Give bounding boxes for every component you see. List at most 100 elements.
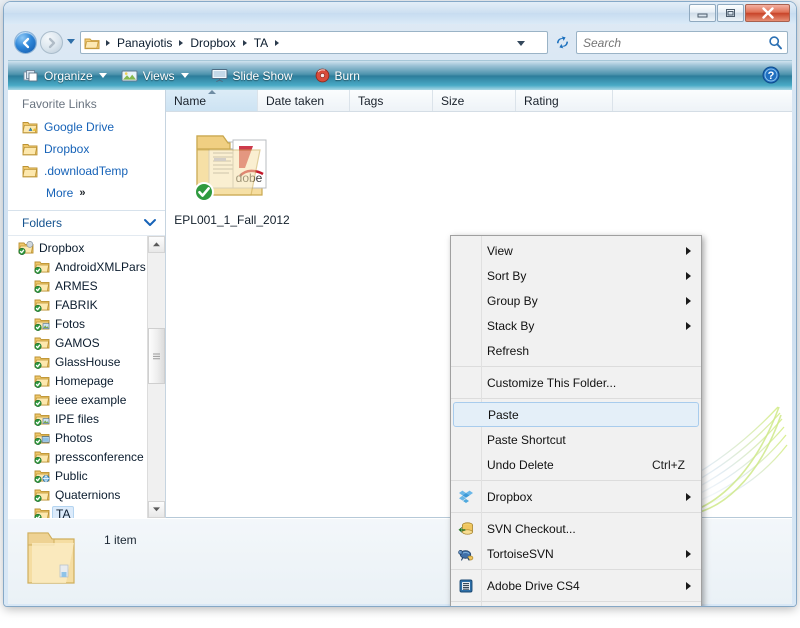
search-box[interactable] <box>576 31 788 54</box>
list-item-label: EPL001_1_Fall_2012 <box>174 213 290 227</box>
submenu-arrow-icon <box>686 549 691 558</box>
chevron-down-icon[interactable] <box>143 216 157 230</box>
menu-item-paste-shortcut[interactable]: Paste Shortcut <box>451 427 701 452</box>
toolbar-organize-button[interactable]: Organize <box>16 65 114 87</box>
maximize-button[interactable] <box>717 4 744 22</box>
burn-icon <box>315 68 330 83</box>
refresh-button[interactable] <box>552 32 573 53</box>
menu-item-svn-checkout[interactable]: SVN Checkout... <box>451 516 701 541</box>
scrollbar-thumb[interactable] <box>148 328 165 384</box>
tree-item-label: AndroidXMLPars <box>55 259 146 274</box>
menu-separator <box>451 601 701 602</box>
forward-button[interactable] <box>40 31 63 54</box>
help-button[interactable]: ? <box>762 66 780 84</box>
tree-item-label: Homepage <box>55 373 114 388</box>
minimize-button[interactable] <box>689 4 716 22</box>
screen: Panayiotis Dropbox TA Search Organize Vi… <box>0 0 800 628</box>
tree-item-pressconference[interactable]: pressconference <box>8 447 148 466</box>
column-header-size[interactable]: Size <box>433 90 516 111</box>
scroll-up-button[interactable] <box>148 236 165 253</box>
menu-item-label: Stack By <box>487 318 535 333</box>
folder-sync-icon <box>34 374 50 388</box>
toolbar-organize-label: Organize <box>44 68 93 83</box>
column-header-date-taken[interactable]: Date taken <box>258 90 350 111</box>
sidebar-item-google-drive[interactable]: Google Drive <box>8 116 165 138</box>
folder-sync-icon <box>34 393 50 407</box>
tree-item-fotos[interactable]: Fotos <box>8 314 148 333</box>
menu-item-label: View <box>487 243 513 258</box>
menu-item-sort-by[interactable]: Sort By <box>451 263 701 288</box>
toolbar-burn-button[interactable]: Burn <box>308 65 367 87</box>
sidebar-item-dropbox[interactable]: Dropbox <box>8 138 165 160</box>
tree-item-dropbox[interactable]: Dropbox <box>8 238 148 257</box>
tree-item-armes[interactable]: ARMES <box>8 276 148 295</box>
menu-item-group-by[interactable]: Group By <box>451 288 701 313</box>
menu-item-stack-by[interactable]: Stack By <box>451 313 701 338</box>
folder-sync-icon <box>34 336 50 350</box>
sidebar-more-button[interactable]: More » <box>8 182 165 204</box>
sidebar-item-downloadtemp[interactable]: .downloadTemp <box>8 160 165 182</box>
svn-checkout-icon <box>457 521 474 538</box>
address-bar[interactable]: Panayiotis Dropbox TA <box>80 31 548 54</box>
folder-tree-list: Dropbox AndroidXMLPars ARMES FABRIK Foto… <box>8 236 148 518</box>
menu-item-label: Sort By <box>487 268 527 283</box>
menu-item-undo-delete[interactable]: Undo Delete Ctrl+Z <box>451 452 701 477</box>
toolbar-views-button[interactable]: Views <box>114 65 196 87</box>
list-item[interactable]: dobe EPL001_1_Fall_2012 <box>174 120 290 227</box>
address-dropdown-icon[interactable] <box>517 41 525 46</box>
tree-item-quaternions[interactable]: Quaternions <box>8 485 148 504</box>
menu-item-accelerator: Ctrl+Z <box>652 457 685 472</box>
recent-pages-dropdown-icon[interactable] <box>67 39 75 44</box>
submenu-arrow-icon <box>686 492 691 501</box>
column-header-label: Tags <box>358 93 384 108</box>
search-input[interactable] <box>581 34 768 51</box>
folder-tree: Dropbox AndroidXMLPars ARMES FABRIK Foto… <box>8 235 165 518</box>
breadcrumb-item-1[interactable]: Dropbox <box>187 35 238 51</box>
organize-icon <box>23 69 39 83</box>
column-header-rating[interactable]: Rating <box>516 90 613 111</box>
folders-section-header[interactable]: Folders <box>8 210 165 235</box>
address-bar-row: Panayiotis Dropbox TA <box>4 24 796 60</box>
breadcrumb-item-2[interactable]: TA <box>251 35 271 51</box>
tree-item-label: Dropbox <box>39 240 85 255</box>
tree-item-glasshouse[interactable]: GlassHouse <box>8 352 148 371</box>
column-header-blank[interactable] <box>613 90 792 111</box>
column-header-label: Rating <box>524 93 559 108</box>
tree-item-ta[interactable]: TA <box>8 504 148 518</box>
toolbar-slideshow-button[interactable]: Slide Show <box>204 65 300 87</box>
breadcrumb-item-0[interactable]: Panayiotis <box>114 35 175 51</box>
tree-item-photos[interactable]: Photos <box>8 428 148 447</box>
menu-item-adobe-drive-cs4[interactable]: Adobe Drive CS4 <box>451 573 701 598</box>
menu-item-tortoisesvn[interactable]: TortoiseSVN <box>451 541 701 566</box>
tree-item-gamos[interactable]: GAMOS <box>8 333 148 352</box>
menu-item-label: Adobe Drive CS4 <box>487 578 580 593</box>
menu-item-paste[interactable]: Paste <box>453 402 699 427</box>
menu-item-refresh[interactable]: Refresh <box>451 338 701 363</box>
folder-sync-icon <box>34 260 50 274</box>
toolbar-burn-label: Burn <box>334 68 360 83</box>
forward-arrow-icon <box>48 37 56 49</box>
column-header-name[interactable]: Name <box>166 90 258 111</box>
menu-item-new[interactable]: New <box>451 605 701 606</box>
menu-item-customize-this-folder[interactable]: Customize This Folder... <box>451 370 701 395</box>
close-button[interactable] <box>745 4 790 22</box>
context-menu[interactable]: View Sort By Group By Stack By Refresh C… <box>450 235 702 606</box>
column-header-tags[interactable]: Tags <box>350 90 433 111</box>
status-item-count: 1 item <box>104 533 137 547</box>
back-button[interactable] <box>14 31 37 54</box>
menu-item-view[interactable]: View <box>451 238 701 263</box>
scroll-down-button[interactable] <box>148 501 165 518</box>
tree-item-homepage[interactable]: Homepage <box>8 371 148 390</box>
folder-tree-scrollbar[interactable] <box>147 236 165 518</box>
folder-sync-pic-icon <box>34 317 50 331</box>
sidebar-item-label: Dropbox <box>44 142 90 156</box>
tree-item-label: Fotos <box>55 316 86 331</box>
tree-item-ieee-example[interactable]: ieee example <box>8 390 148 409</box>
menu-item-dropbox[interactable]: Dropbox <box>451 484 701 509</box>
tree-item-ipe-files[interactable]: IPE files <box>8 409 148 428</box>
menu-separator <box>451 480 701 481</box>
tree-item-androidxmlparser[interactable]: AndroidXMLPars <box>8 257 148 276</box>
tree-item-fabrik[interactable]: FABRIK <box>8 295 148 314</box>
tree-item-public[interactable]: Public <box>8 466 148 485</box>
tree-item-label: TA <box>52 505 75 518</box>
